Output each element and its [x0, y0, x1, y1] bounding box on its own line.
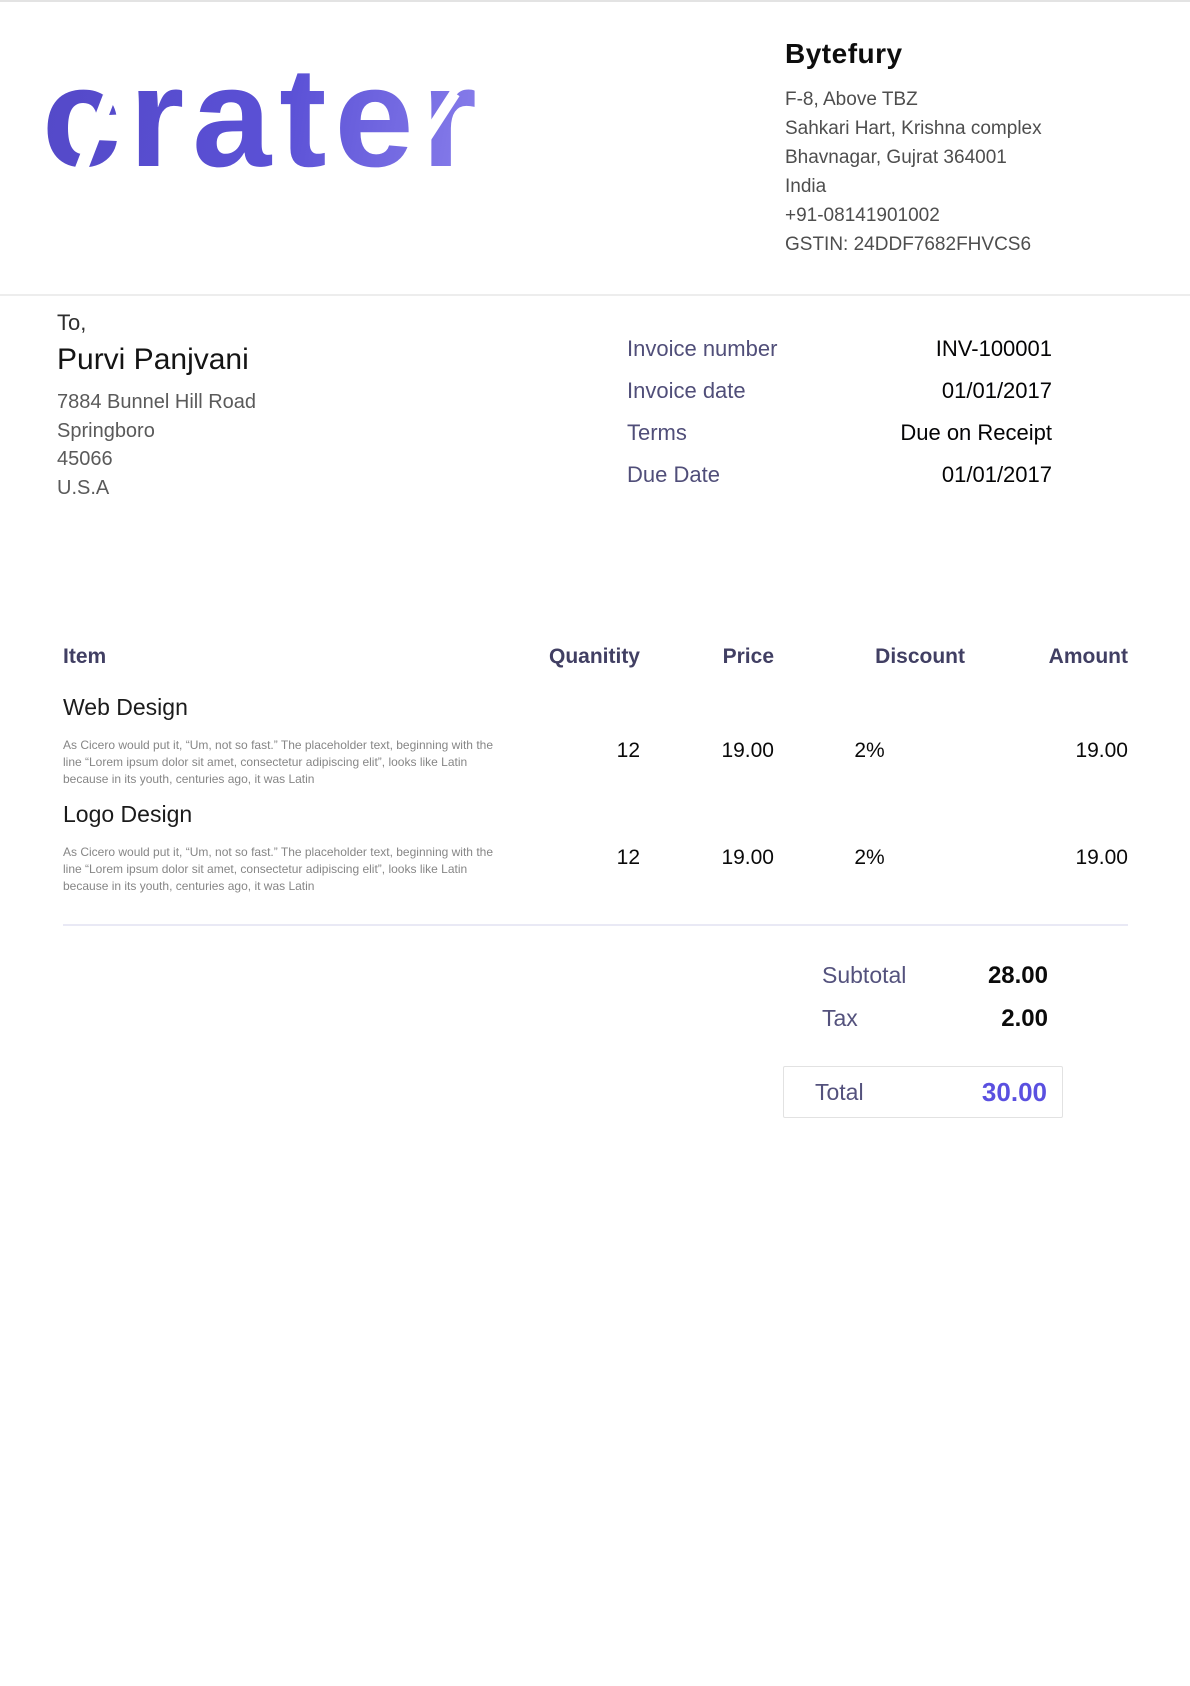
- subtotal-value: 28.00: [988, 961, 1048, 991]
- total-box: Total 30.00: [783, 1066, 1063, 1118]
- column-header-discount: Discount: [774, 642, 965, 672]
- item-amount: 19.00: [965, 799, 1128, 895]
- customer-address-line: U.S.A: [57, 474, 537, 503]
- customer-address-line: Springboro: [57, 417, 537, 446]
- items-table-header: Item Quanitity Price Discount Amount: [63, 642, 1128, 672]
- item-description: As Cicero would put it, “Um, not so fast…: [63, 737, 495, 788]
- item-price: 19.00: [640, 799, 774, 895]
- item-name: Web Design: [63, 692, 490, 722]
- due-date-value: 01/01/2017: [942, 460, 1052, 489]
- invoice-date-value: 01/01/2017: [942, 376, 1052, 405]
- company-address-line: Bhavnagar, Gujrat 364001: [785, 143, 1175, 172]
- company-address-line: Sahkari Hart, Krishna complex: [785, 114, 1175, 143]
- table-row: Web Design As Cicero would put it, “Um, …: [63, 692, 1128, 788]
- invoice-number-row: Invoice number INV-100001: [627, 334, 1052, 363]
- item-quantity: 12: [490, 692, 640, 788]
- company-address-line: F-8, Above TBZ: [785, 85, 1175, 114]
- item-description: As Cicero would put it, “Um, not so fast…: [63, 844, 495, 895]
- item-discount: 2%: [774, 799, 965, 895]
- invoice-date-row: Invoice date 01/01/2017: [627, 376, 1052, 405]
- customer-name: Purvi Panjvani: [57, 340, 537, 380]
- customer-address-line: 7884 Bunnel Hill Road: [57, 388, 537, 417]
- column-header-item: Item: [63, 642, 490, 672]
- subtotal-row: Subtotal 28.00: [783, 960, 1063, 991]
- terms-row: Terms Due on Receipt: [627, 418, 1052, 447]
- company-block: Bytefury F-8, Above TBZ Sahkari Hart, Kr…: [785, 36, 1175, 259]
- tax-label: Tax: [822, 1003, 858, 1033]
- customer-address-line: 45066: [57, 445, 537, 474]
- bill-to-block: To, Purvi Panjvani 7884 Bunnel Hill Road…: [57, 308, 537, 502]
- invoice-date-label: Invoice date: [627, 376, 746, 405]
- company-name: Bytefury: [785, 36, 1175, 72]
- item-name: Logo Design: [63, 799, 490, 829]
- company-phone: +91-08141901002: [785, 201, 1175, 230]
- total-label: Total: [815, 1079, 864, 1106]
- item-cell: Logo Design As Cicero would put it, “Um,…: [63, 799, 490, 895]
- company-address: F-8, Above TBZ Sahkari Hart, Krishna com…: [785, 85, 1175, 259]
- terms-value: Due on Receipt: [900, 418, 1052, 447]
- item-discount: 2%: [774, 692, 965, 788]
- tax-value: 2.00: [1001, 1004, 1048, 1034]
- header-divider: [0, 294, 1190, 296]
- totals-block: Subtotal 28.00 Tax 2.00 Total 30.00: [783, 960, 1063, 1118]
- table-row: Logo Design As Cicero would put it, “Um,…: [63, 799, 1128, 895]
- customer-address: 7884 Bunnel Hill Road Springboro 45066 U…: [57, 388, 537, 502]
- totals-divider: [63, 924, 1128, 926]
- item-price: 19.00: [640, 692, 774, 788]
- invoice-number-value: INV-100001: [936, 334, 1052, 363]
- bill-to-intro: To,: [57, 308, 537, 338]
- invoice-meta-block: Invoice number INV-100001 Invoice date 0…: [627, 334, 1052, 502]
- item-quantity: 12: [490, 799, 640, 895]
- company-gstin: GSTIN: 24DDF7682FHVCS6: [785, 230, 1175, 259]
- due-date-label: Due Date: [627, 460, 720, 489]
- item-cell: Web Design As Cicero would put it, “Um, …: [63, 692, 490, 788]
- invoice-number-label: Invoice number: [627, 334, 777, 363]
- tax-row: Tax 2.00: [783, 1003, 1063, 1034]
- crater-logo: crater: [42, 48, 485, 198]
- subtotal-label: Subtotal: [822, 960, 906, 990]
- terms-label: Terms: [627, 418, 687, 447]
- column-header-amount: Amount: [965, 642, 1128, 672]
- column-header-price: Price: [640, 642, 774, 672]
- crater-logo-text: crater: [42, 48, 485, 188]
- invoice-page: crater Bytefury F-8, Above TBZ Sahkari H…: [0, 0, 1190, 1686]
- column-header-quantity: Quanitity: [490, 642, 640, 672]
- total-value: 30.00: [982, 1077, 1047, 1108]
- company-address-line: India: [785, 172, 1175, 201]
- item-amount: 19.00: [965, 692, 1128, 788]
- due-date-row: Due Date 01/01/2017: [627, 460, 1052, 489]
